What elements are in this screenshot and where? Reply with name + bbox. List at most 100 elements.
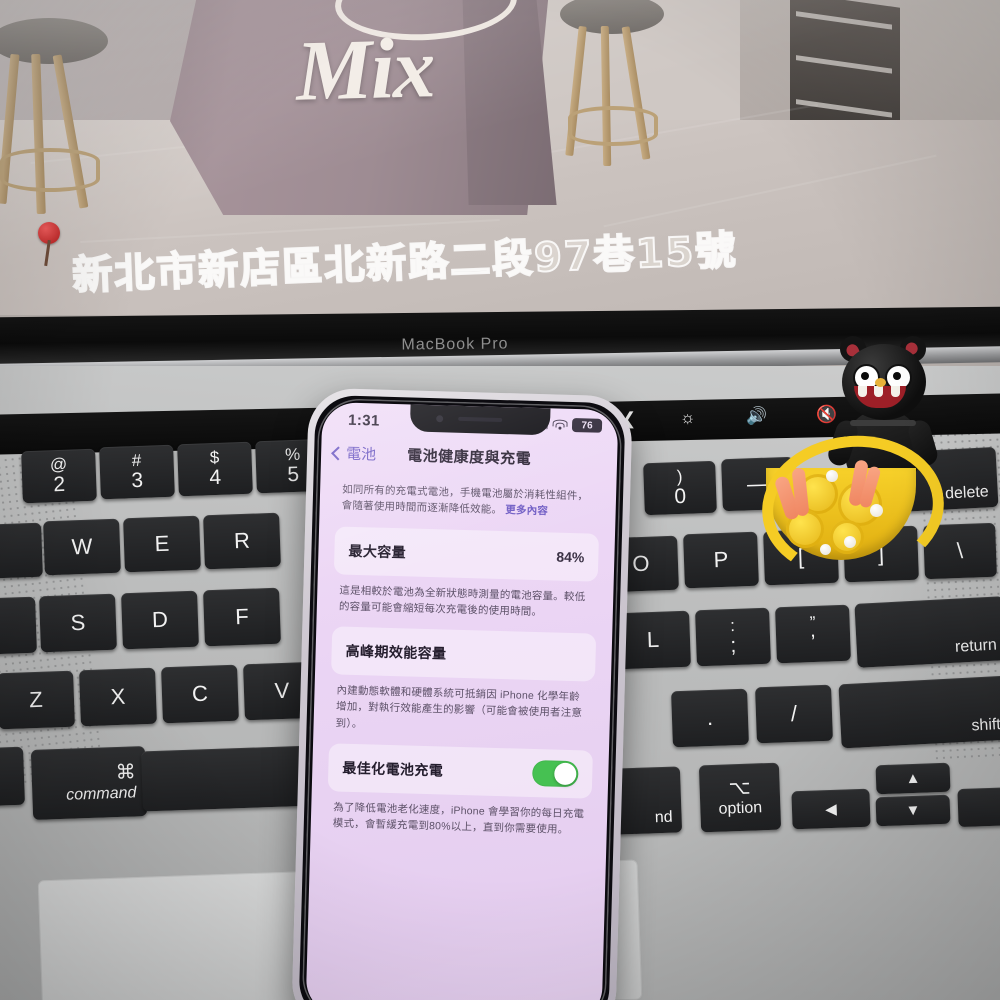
key-quote-lower: ’ bbox=[810, 630, 817, 654]
toggle-knob bbox=[554, 762, 577, 786]
pearl-bead bbox=[820, 544, 831, 555]
key-2-lower: 2 bbox=[53, 472, 66, 497]
key-r[interactable]: R bbox=[203, 512, 281, 570]
key-x[interactable]: X bbox=[79, 667, 157, 727]
front-camera-icon bbox=[436, 415, 444, 423]
bar-stool-left bbox=[0, 18, 120, 218]
more-info-link[interactable]: 更多內容 bbox=[505, 504, 548, 517]
key-w[interactable]: W bbox=[43, 518, 121, 576]
key-f[interactable]: F bbox=[203, 587, 281, 647]
pearl-bead bbox=[844, 536, 856, 548]
shop-logo: Mix bbox=[294, 19, 435, 119]
key-z[interactable]: Z bbox=[0, 670, 75, 730]
status-bar-time: 1:31 bbox=[347, 411, 380, 430]
macbook-pro-label: MacBook Pro bbox=[401, 335, 509, 354]
maximum-capacity-value: 84% bbox=[556, 548, 585, 565]
key-4-upper: $ bbox=[209, 447, 220, 468]
optimized-charging-description: 為了降低電池老化速度，iPhone 會學習你的每日充電模式，會暫緩充電到80%以… bbox=[332, 801, 585, 837]
earpiece-speaker bbox=[458, 416, 503, 423]
navigation-bar: 電池 電池健康度與充電 bbox=[321, 436, 618, 478]
key-semicolon[interactable]: : ; bbox=[695, 607, 771, 667]
key-c-label: C bbox=[191, 680, 209, 707]
key-option-right-label: option bbox=[718, 798, 763, 818]
key-e[interactable]: E bbox=[123, 515, 201, 573]
key-quote-upper: ” bbox=[809, 612, 816, 633]
key-command-right-label: nd bbox=[654, 808, 673, 827]
iphone-screen: 1:31 76 電池 電池健康度與充電 如同所有的充電式電池，手機電池屬於消耗性… bbox=[305, 401, 619, 1000]
key-4-lower: 4 bbox=[209, 465, 222, 490]
key-shift-right[interactable]: shift bbox=[838, 675, 1000, 749]
key-3-lower: 3 bbox=[131, 468, 144, 493]
key-s[interactable]: S bbox=[39, 593, 117, 653]
key-slash[interactable]: / bbox=[755, 684, 833, 744]
optimized-charging-label: 最佳化電池充電 bbox=[342, 759, 444, 779]
gold-basket-figurine bbox=[755, 426, 951, 588]
key-backslash-label: \ bbox=[956, 537, 964, 564]
key-w-label: W bbox=[71, 533, 93, 560]
key-quote[interactable]: ” ’ bbox=[775, 604, 851, 664]
key-shift-right-label: shift bbox=[971, 716, 1000, 735]
key-arrow-up[interactable]: ▲ bbox=[875, 762, 951, 795]
page-title: 電池健康度與充電 bbox=[406, 447, 532, 468]
key-3[interactable]: # 3 bbox=[99, 444, 175, 500]
key-f-label: F bbox=[234, 603, 250, 630]
key-e-label: E bbox=[154, 530, 170, 557]
key-s-label: S bbox=[70, 609, 86, 636]
key-arrow-right[interactable] bbox=[957, 786, 1000, 828]
key-v-label: V bbox=[274, 677, 290, 704]
key-0[interactable]: ) 0 bbox=[643, 460, 717, 516]
key-p-label: P bbox=[713, 546, 729, 573]
touchbar-volume-up-icon[interactable]: 🔊 bbox=[746, 406, 768, 426]
key-r-label: R bbox=[233, 527, 251, 554]
pearl-bead bbox=[826, 470, 838, 482]
settings-content: 如同所有的充電式電池，手機電池屬於消耗性組件，會隨著使用時間而逐漸降低效能。 更… bbox=[311, 474, 617, 839]
key-z-label: Z bbox=[28, 686, 44, 713]
key-delete-label: delete bbox=[944, 483, 990, 503]
option-glyph-icon: ⌥ bbox=[728, 777, 751, 799]
peak-performance-description: 內建動態軟體和硬體系統可抵銷因 iPhone 化學年齡增加，對執行效能產生的影響… bbox=[335, 684, 583, 730]
key-option-right[interactable]: ⌥ option bbox=[698, 762, 782, 833]
battery-percent-badge: 76 bbox=[571, 417, 603, 433]
maximum-capacity-description: 這是相較於電池為全新狀態時測量的電池容量。較低的容量可能會縮短每次充電後的使用時… bbox=[338, 584, 586, 618]
optimized-charging-toggle[interactable] bbox=[531, 759, 579, 788]
cat-collar bbox=[850, 420, 916, 426]
optimized-charging-row[interactable]: 最佳化電池充電 bbox=[327, 743, 593, 799]
cat-nose-icon bbox=[875, 378, 886, 387]
key-return[interactable]: return bbox=[854, 596, 1000, 668]
key-command-left-label: command bbox=[65, 783, 137, 804]
intro-footnote-text: 如同所有的充電式電池，手機電池屬於消耗性組件，會隨著使用時間而逐漸降低效能。 bbox=[341, 483, 589, 516]
command-glyph-icon: ⌘ bbox=[115, 760, 137, 784]
key-4[interactable]: $ 4 bbox=[177, 441, 253, 497]
key-arrow-down[interactable]: ▼ bbox=[875, 794, 951, 827]
key-d-label: D bbox=[151, 606, 169, 633]
key-period-label: . bbox=[706, 704, 714, 731]
arrow-up-icon: ▲ bbox=[905, 769, 921, 788]
key-c[interactable]: C bbox=[161, 664, 239, 724]
key-a[interactable] bbox=[0, 596, 37, 656]
key-l-label: L bbox=[646, 626, 660, 653]
key-5-upper: % bbox=[284, 444, 301, 465]
peak-performance-label: 高峰期效能容量 bbox=[345, 642, 447, 662]
intro-footnote: 如同所有的充電式電池，手機電池屬於消耗性組件，會隨著使用時間而逐漸降低效能。 更… bbox=[319, 474, 616, 522]
peak-performance-row[interactable]: 高峰期效能容量 bbox=[330, 626, 597, 682]
key-arrow-left[interactable]: ◀ bbox=[791, 788, 871, 830]
key-slash-label: / bbox=[790, 700, 798, 727]
key-p[interactable]: P bbox=[683, 531, 759, 589]
key-fn-left[interactable] bbox=[0, 746, 25, 808]
key-command-left[interactable]: ⌘ command bbox=[30, 746, 148, 820]
key-return-label: return bbox=[954, 636, 998, 656]
key-0-lower: 0 bbox=[674, 484, 687, 509]
touchbar-brightness-icon[interactable]: ☼ bbox=[680, 408, 696, 428]
pearl-bead bbox=[870, 504, 883, 517]
maximum-capacity-label: 最大容量 bbox=[348, 542, 407, 560]
maximum-capacity-row[interactable]: 最大容量 84% bbox=[333, 525, 600, 582]
key-0-upper: ) bbox=[676, 466, 683, 487]
arrow-down-icon: ▼ bbox=[905, 801, 921, 820]
iphone-device: 1:31 76 電池 電池健康度與充電 如同所有的充電式電池，手機電池屬於消耗性… bbox=[291, 387, 633, 1000]
key-period[interactable]: . bbox=[671, 688, 749, 748]
key-q[interactable] bbox=[0, 522, 43, 580]
key-d[interactable]: D bbox=[121, 590, 199, 650]
wifi-icon bbox=[552, 418, 568, 430]
key-2[interactable]: @ 2 bbox=[21, 448, 97, 504]
key-semicolon-upper: : bbox=[729, 615, 736, 636]
